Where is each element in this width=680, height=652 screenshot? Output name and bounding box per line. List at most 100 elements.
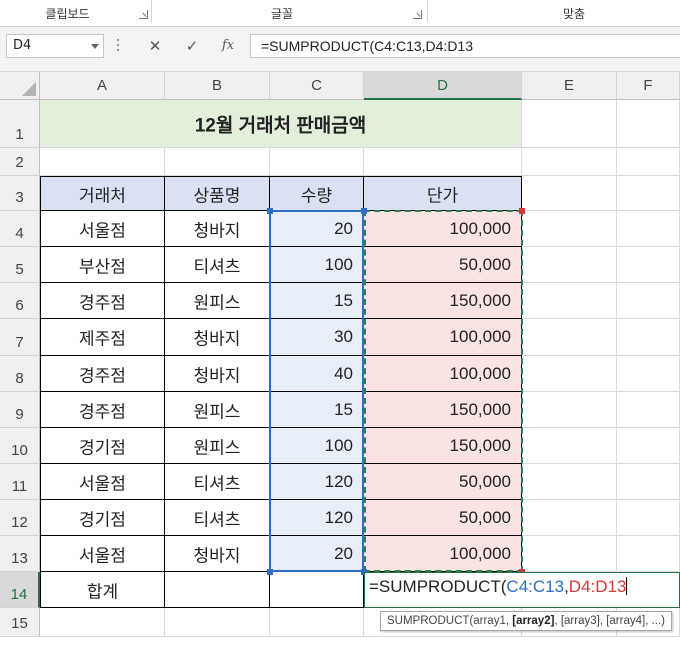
- empty-cell[interactable]: [617, 100, 680, 148]
- product-cell[interactable]: 청바지: [165, 536, 270, 572]
- column-header-c[interactable]: C: [270, 72, 364, 100]
- cancel-icon[interactable]: ✕: [140, 34, 170, 58]
- row-header-7[interactable]: 7: [0, 319, 40, 356]
- header-cell[interactable]: 단가: [364, 176, 522, 211]
- select-all-button[interactable]: [0, 72, 40, 100]
- range-resize-handle[interactable]: [519, 208, 525, 214]
- range-resize-handle[interactable]: [361, 208, 367, 214]
- empty-cell[interactable]: [617, 176, 680, 211]
- row-header-2[interactable]: 2: [0, 148, 40, 176]
- product-cell[interactable]: 청바지: [165, 356, 270, 392]
- empty-cell[interactable]: [617, 319, 680, 356]
- range-resize-handle[interactable]: [267, 208, 273, 214]
- quantity-cell[interactable]: 20: [270, 536, 364, 572]
- total-empty-cell[interactable]: [270, 572, 364, 608]
- row-header-6[interactable]: 6: [0, 283, 40, 319]
- empty-cell[interactable]: [617, 536, 680, 572]
- price-cell[interactable]: 50,000: [364, 247, 522, 283]
- quantity-cell[interactable]: 15: [270, 392, 364, 428]
- empty-cell[interactable]: [522, 356, 617, 392]
- empty-cell[interactable]: [522, 428, 617, 464]
- row-header-15[interactable]: 15: [0, 608, 40, 637]
- row-header-12[interactable]: 12: [0, 500, 40, 536]
- empty-cell[interactable]: [165, 608, 270, 637]
- store-cell[interactable]: 제주점: [40, 319, 165, 356]
- price-cell[interactable]: 100,000: [364, 536, 522, 572]
- product-cell[interactable]: 티셔츠: [165, 464, 270, 500]
- store-cell[interactable]: 서울점: [40, 464, 165, 500]
- quantity-cell[interactable]: 20: [270, 211, 364, 247]
- empty-cell[interactable]: [364, 148, 522, 176]
- price-cell[interactable]: 50,000: [364, 464, 522, 500]
- empty-cell[interactable]: [270, 148, 364, 176]
- empty-cell[interactable]: [522, 283, 617, 319]
- clipboard-dialog-launcher-icon[interactable]: [139, 10, 148, 19]
- empty-cell[interactable]: [617, 211, 680, 247]
- formula-bar-splitter-icon[interactable]: [117, 39, 119, 53]
- quantity-cell[interactable]: 100: [270, 247, 364, 283]
- empty-cell[interactable]: [165, 148, 270, 176]
- empty-cell[interactable]: [617, 247, 680, 283]
- price-cell[interactable]: 150,000: [364, 428, 522, 464]
- formula-input[interactable]: =SUMPRODUCT(C4:C13,D4:D13: [250, 34, 680, 58]
- column-header-a[interactable]: A: [40, 72, 165, 100]
- row-header-8[interactable]: 8: [0, 356, 40, 392]
- header-cell[interactable]: 수량: [270, 176, 364, 211]
- store-cell[interactable]: 경주점: [40, 392, 165, 428]
- store-cell[interactable]: 경기점: [40, 500, 165, 536]
- empty-cell[interactable]: [617, 148, 680, 176]
- empty-cell[interactable]: [617, 500, 680, 536]
- in-cell-formula-editor[interactable]: =SUMPRODUCT(C4:C13,D4:D13: [364, 572, 680, 608]
- header-cell[interactable]: 상품명: [165, 176, 270, 211]
- product-cell[interactable]: 티셔츠: [165, 500, 270, 536]
- empty-cell[interactable]: [40, 608, 165, 637]
- empty-cell[interactable]: [617, 356, 680, 392]
- price-cell[interactable]: 100,000: [364, 356, 522, 392]
- empty-cell[interactable]: [522, 536, 617, 572]
- empty-cell[interactable]: [522, 176, 617, 211]
- row-header-11[interactable]: 11: [0, 464, 40, 500]
- row-header-9[interactable]: 9: [0, 392, 40, 428]
- name-box[interactable]: D4: [6, 34, 104, 58]
- column-header-f[interactable]: F: [617, 72, 680, 100]
- quantity-cell[interactable]: 15: [270, 283, 364, 319]
- empty-cell[interactable]: [522, 319, 617, 356]
- row-header-3[interactable]: 3: [0, 176, 40, 211]
- range-resize-handle[interactable]: [267, 569, 273, 575]
- header-cell[interactable]: 거래처: [40, 176, 165, 211]
- quantity-cell[interactable]: 100: [270, 428, 364, 464]
- column-header-e[interactable]: E: [522, 72, 617, 100]
- row-header-1[interactable]: 1: [0, 100, 40, 148]
- store-cell[interactable]: 서울점: [40, 536, 165, 572]
- empty-cell[interactable]: [270, 608, 364, 637]
- product-cell[interactable]: 원피스: [165, 283, 270, 319]
- empty-cell[interactable]: [40, 148, 165, 176]
- empty-cell[interactable]: [522, 500, 617, 536]
- empty-cell[interactable]: [522, 211, 617, 247]
- total-empty-cell[interactable]: [165, 572, 270, 608]
- product-cell[interactable]: 청바지: [165, 211, 270, 247]
- quantity-cell[interactable]: 120: [270, 464, 364, 500]
- column-header-b[interactable]: B: [165, 72, 270, 100]
- store-cell[interactable]: 경주점: [40, 356, 165, 392]
- store-cell[interactable]: 서울점: [40, 211, 165, 247]
- price-cell[interactable]: 100,000: [364, 319, 522, 356]
- store-cell[interactable]: 부산점: [40, 247, 165, 283]
- enter-icon[interactable]: ✓: [177, 34, 207, 58]
- sheet-title-cell[interactable]: 12월 거래처 판매금액: [40, 100, 522, 148]
- quantity-cell[interactable]: 120: [270, 500, 364, 536]
- product-cell[interactable]: 청바지: [165, 319, 270, 356]
- column-header-d[interactable]: D: [364, 72, 522, 100]
- function-arguments-tooltip[interactable]: SUMPRODUCT(array1, [array2], [array3], […: [380, 611, 672, 631]
- empty-cell[interactable]: [617, 464, 680, 500]
- font-dialog-launcher-icon[interactable]: [413, 10, 422, 19]
- empty-cell[interactable]: [617, 283, 680, 319]
- store-cell[interactable]: 경기점: [40, 428, 165, 464]
- empty-cell[interactable]: [522, 247, 617, 283]
- row-header-4[interactable]: 4: [0, 211, 40, 247]
- chevron-down-icon[interactable]: [91, 44, 99, 49]
- total-label-cell[interactable]: 합계: [40, 572, 165, 608]
- price-cell[interactable]: 150,000: [364, 283, 522, 319]
- product-cell[interactable]: 티셔츠: [165, 247, 270, 283]
- empty-cell[interactable]: [617, 392, 680, 428]
